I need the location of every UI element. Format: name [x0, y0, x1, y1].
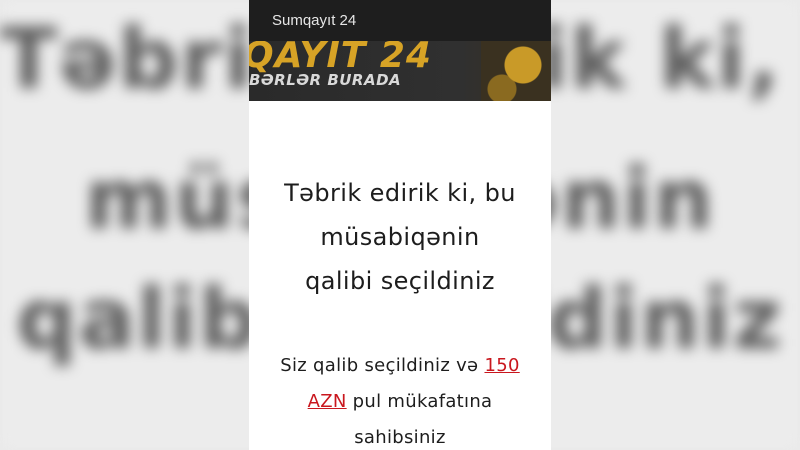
- message-line: Siz qalib seçildiniz və 150: [261, 348, 539, 384]
- message-line: sahibsiniz: [354, 427, 446, 448]
- congratulation-heading: Təbrik edirik ki, bu müsabiqənin qalibi …: [261, 171, 539, 303]
- prize-currency-link[interactable]: AZN: [308, 391, 347, 412]
- message-suffix: pul mükafatına: [352, 391, 493, 412]
- banner-tagline: BƏRLƏR BURADA: [249, 71, 402, 89]
- top-bar: Sumqayıt 24: [249, 0, 551, 41]
- banner-decoration: [481, 41, 551, 101]
- phone-screen: Sumqayıt 24 QAYIT 24 BƏRLƏR BURADA Təbri…: [249, 0, 551, 450]
- heading-line: Təbrik edirik ki, bu: [284, 179, 516, 207]
- prize-amount-link[interactable]: 150: [484, 355, 519, 376]
- site-title[interactable]: Sumqayıt 24: [272, 12, 356, 29]
- heading-line: qalibi seçildiniz: [305, 267, 495, 295]
- main-content: Təbrik edirik ki, bu müsabiqənin qalibi …: [249, 171, 551, 450]
- message-prefix: Siz qalib seçildiniz və: [280, 355, 479, 376]
- heading-line: müsabiqənin: [320, 223, 480, 251]
- prize-message: Siz qalib seçildiniz və 150 AZN pul müka…: [261, 348, 539, 450]
- header-banner[interactable]: QAYIT 24 BƏRLƏR BURADA: [249, 41, 551, 101]
- message-line: AZN pul mükafatına: [261, 384, 539, 420]
